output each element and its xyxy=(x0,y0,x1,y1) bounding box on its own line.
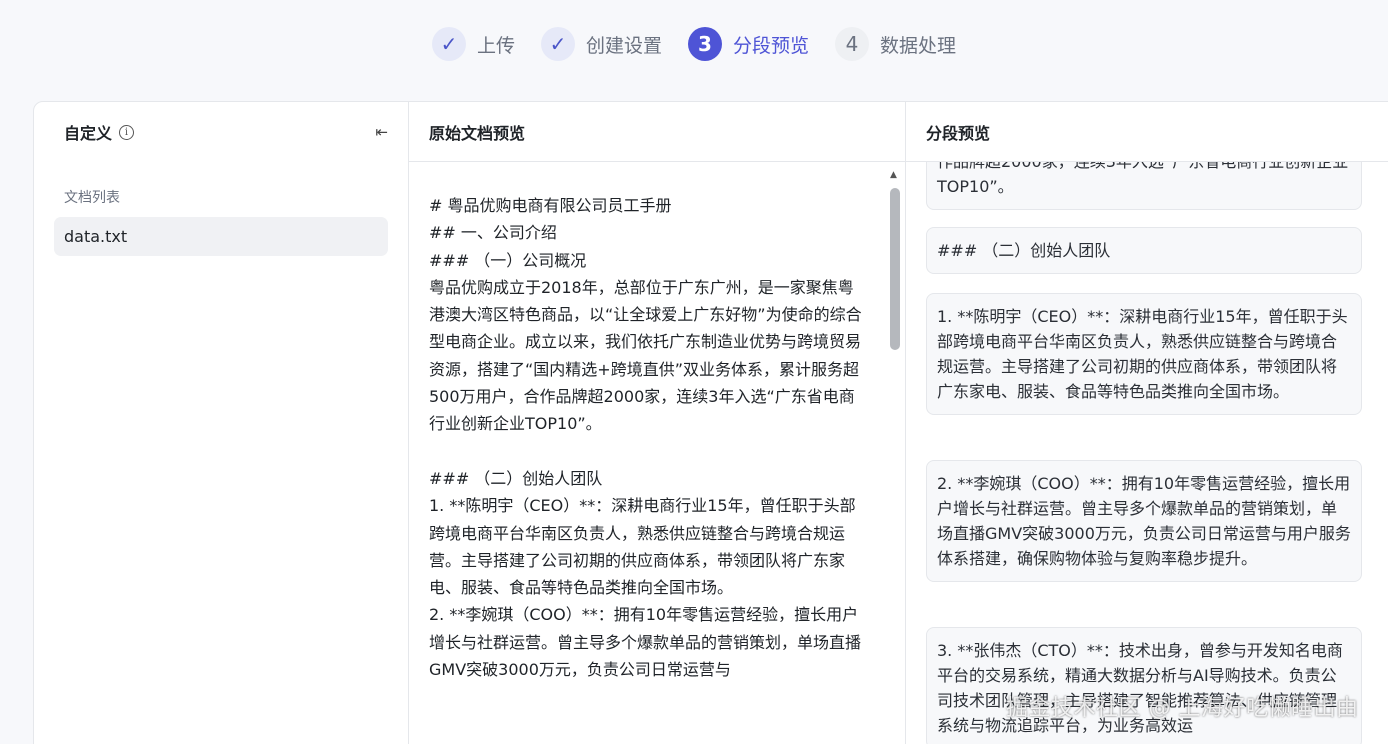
collapse-sidebar-icon[interactable]: ⇤ xyxy=(375,123,388,141)
segment-card[interactable]: 1. **陈明宇（CEO）**：深耕电商行业15年，曾任职于头部跨境电商平台华南… xyxy=(926,293,1362,415)
segment-list: 作品牌超2000家，连续3年入选“广东省电商行业创新企业TOP10”。 ### … xyxy=(926,162,1362,744)
scroll-thumb[interactable] xyxy=(890,188,900,350)
original-text: # 粤品优购电商有限公司员工手册 ## 一、公司介绍 ### （一）公司概况 粤… xyxy=(429,196,862,680)
segment-preview-title: 分段预览 xyxy=(906,102,1388,162)
step-create-settings[interactable]: ✓ 创建设置 xyxy=(540,26,662,62)
stepper: ✓ 上传 ✓ 创建设置 3 分段预览 4 数据处理 xyxy=(0,0,1388,88)
segment-card[interactable]: 3. **张伟杰（CTO）**：技术出身，曾参与开发知名电商平台的交易系统，精通… xyxy=(926,627,1362,744)
original-preview-panel: 原始文档预览 # 粤品优购电商有限公司员工手册 ## 一、公司介绍 ### （一… xyxy=(409,102,906,744)
step-label: 上传 xyxy=(476,34,515,57)
step-data-processing[interactable]: 4 数据处理 xyxy=(835,26,956,62)
sidebar: 自定义 i ⇤ 文档列表 data.txt xyxy=(34,102,409,744)
sidebar-title: 自定义 xyxy=(64,124,113,143)
check-icon: ✓ xyxy=(431,27,466,61)
main-panel: 自定义 i ⇤ 文档列表 data.txt 原始文档预览 # 粤品优购电商有限公… xyxy=(33,101,1388,744)
info-icon[interactable]: i xyxy=(119,124,135,140)
step-label: 分段预览 xyxy=(733,34,810,57)
step-label: 创建设置 xyxy=(585,34,662,57)
doc-list-label: 文档列表 xyxy=(64,190,120,206)
step-segment-preview[interactable]: 3 分段预览 xyxy=(688,26,809,62)
doc-item[interactable]: data.txt xyxy=(54,217,388,256)
segment-card[interactable]: 2. **李婉琪（COO）**：拥有10年零售运营经验，擅长用户增长与社群运营。… xyxy=(926,460,1362,582)
scroll-up-icon[interactable]: ▲ xyxy=(890,170,897,180)
scrollbar[interactable]: ▲ xyxy=(889,170,901,744)
watermark: 掘金技术社区 @ 上海好吃懒睡出由 xyxy=(1006,696,1359,721)
segment-card[interactable]: ### （二）创始人团队 xyxy=(926,227,1362,274)
step-number: 4 xyxy=(835,27,870,61)
segment-card[interactable]: 作品牌超2000家，连续3年入选“广东省电商行业创新企业TOP10”。 xyxy=(926,162,1362,210)
step-number: 3 xyxy=(688,27,722,61)
segment-preview-panel: 分段预览 作品牌超2000家，连续3年入选“广东省电商行业创新企业TOP10”。… xyxy=(906,102,1388,744)
step-upload[interactable]: ✓ 上传 xyxy=(431,26,515,62)
original-preview-title: 原始文档预览 xyxy=(409,102,905,162)
step-label: 数据处理 xyxy=(880,34,957,57)
check-icon: ✓ xyxy=(540,27,575,61)
sidebar-header: 自定义 i ⇤ xyxy=(34,102,408,162)
